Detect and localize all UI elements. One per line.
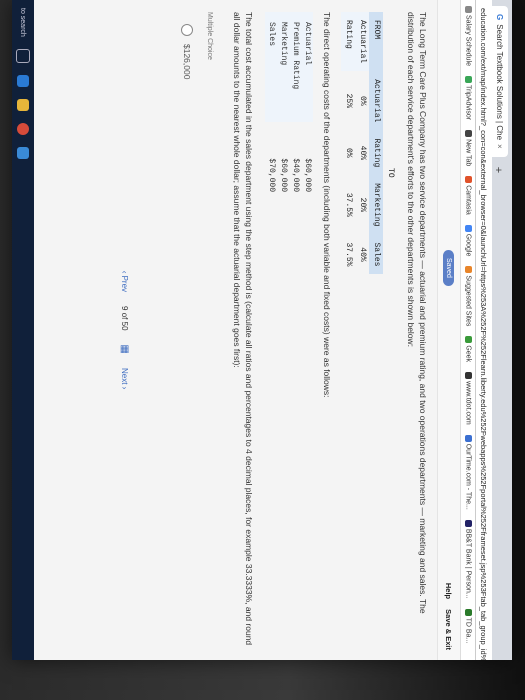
tab-favicon-icon: G <box>495 14 505 21</box>
costs-table: Actuarial $60,000 Premium Rating $40,000… <box>265 12 313 202</box>
bookmark-item[interactable]: www.tdot.com <box>464 372 472 425</box>
bookmarks-bar: Salary Schedule TripAdvisor New Tab Camt… <box>460 0 475 660</box>
bookmark-item[interactable]: Suggested Sites <box>464 266 472 326</box>
question-intro: The Long Term Care Plus Company has two … <box>406 12 428 614</box>
task-view-icon[interactable] <box>16 48 30 63</box>
question-content: The Long Term Care Plus Company has two … <box>181 0 437 660</box>
save-exit-button[interactable]: Save & Exit <box>445 609 454 650</box>
cost-value: $70,000 <box>267 158 276 192</box>
store-icon[interactable] <box>17 146 29 159</box>
windows-taskbar: to search <box>12 0 34 660</box>
from-header: FROM <box>372 20 381 40</box>
cost-name: Actuarial <box>301 12 313 122</box>
answer-choice-label: $126,000 <box>182 44 192 80</box>
laptop-screen: G Search Textbook Solutions | Che × + ed… <box>12 0 512 660</box>
bookmark-item[interactable]: Google <box>464 224 472 256</box>
row-label: Actuarial <box>355 12 369 72</box>
table-cell: 40% <box>358 247 367 262</box>
address-bar[interactable]: education.com/ext/map/index.html?_con=co… <box>475 0 492 660</box>
bookmark-icon <box>464 336 472 344</box>
browser-tab-active[interactable]: G Search Textbook Solutions | Che × <box>492 6 508 157</box>
table-row: Sales $70,000 <box>265 12 277 202</box>
cost-name: Sales <box>265 12 277 122</box>
table-cell: 25% <box>344 93 353 109</box>
grid-view-icon[interactable]: ▦ <box>119 345 130 354</box>
bookmark-item[interactable]: Camtasia <box>464 176 472 215</box>
bookmark-icon <box>464 130 472 138</box>
table-cell: 20% <box>358 197 367 213</box>
table-cell: 0% <box>358 96 367 106</box>
answer-choice[interactable]: $126,000 <box>181 24 193 648</box>
table-row: Actuarial $60,000 <box>301 12 313 202</box>
column-header: Rating <box>372 138 381 168</box>
browser-tab-bar: G Search Textbook Solutions | Che × + <box>492 0 512 660</box>
table-corner <box>383 12 397 71</box>
table-row: Rating 25% 0% 37.5% 37.5% <box>341 12 355 274</box>
page-indicator: 9 of 50 <box>120 306 129 331</box>
bookmark-icon <box>464 176 472 184</box>
bookmark-icon <box>464 608 472 616</box>
next-button[interactable]: Next › <box>120 368 129 389</box>
header-actions: Help Save & Exit <box>445 583 454 650</box>
question-pager: ‹ Prev 9 of 50 ▦ Next › <box>119 0 130 660</box>
edge-icon[interactable] <box>17 74 29 87</box>
table-cell: 40% <box>358 145 367 161</box>
bookmark-item[interactable]: New Tab <box>464 130 472 166</box>
tab-title: Search Textbook Solutions | Che <box>495 24 505 141</box>
new-tab-button[interactable]: + <box>492 161 504 179</box>
bookmark-item[interactable]: OurTime.com - The... <box>464 434 472 510</box>
column-header: Sales <box>372 242 381 267</box>
bookmark-icon <box>464 434 472 442</box>
row-label: Rating <box>341 12 355 72</box>
cost-value: $60,000 <box>303 158 312 192</box>
table-cell: 37.5% <box>344 242 353 267</box>
costs-intro: The direct operating costs of the depart… <box>322 12 332 398</box>
answer-radio[interactable] <box>181 24 193 36</box>
cost-name: Marketing <box>277 12 289 122</box>
bookmark-icon <box>464 6 472 13</box>
bookmark-icon <box>464 224 472 232</box>
assignment-header: Saved Help Save & Exit <box>437 0 460 660</box>
bookmark-item[interactable]: Salary Schedule <box>464 6 472 66</box>
file-explorer-icon[interactable] <box>17 98 29 111</box>
chrome-icon[interactable] <box>17 122 29 135</box>
bookmark-icon <box>464 266 472 274</box>
cost-name: Premium Rating <box>289 12 301 122</box>
question-prompt: The total cost accumulated in the sales … <box>232 12 254 646</box>
question-type-label: Multiple Choice <box>206 12 213 60</box>
table-row: Premium Rating $40,000 <box>289 12 301 202</box>
table-row: Actuarial 0% 40% 20% 40% <box>355 12 369 274</box>
help-button[interactable]: Help <box>445 583 454 599</box>
to-header: TO <box>386 168 395 178</box>
bookmark-item[interactable]: TD Ba... <box>464 608 472 643</box>
taskbar-search[interactable]: to search <box>20 8 27 37</box>
bookmark-item[interactable]: TripAdvisor <box>464 75 472 120</box>
bookmark-icon <box>464 519 472 527</box>
laptop-bezel: hp G Search Textbook Solutions | Che × +… <box>0 0 525 700</box>
prev-button[interactable]: ‹ Prev <box>120 271 129 292</box>
cost-value: $60,000 <box>279 158 288 192</box>
close-tab-icon[interactable]: × <box>496 144 505 149</box>
allocation-table: TO FROM Actuarial Rating Marketing Sales… <box>341 12 397 275</box>
bookmark-item[interactable]: BB&T Bank | Person... <box>464 519 472 599</box>
cost-value: $40,000 <box>291 158 300 192</box>
column-header: Actuarial <box>372 79 381 123</box>
column-header: Marketing <box>372 183 381 227</box>
table-cell: 0% <box>344 148 353 158</box>
bookmark-item[interactable]: Geek <box>464 336 472 362</box>
table-row: Marketing $60,000 <box>277 12 289 202</box>
saved-status-badge: Saved <box>443 250 455 286</box>
url-text: education.com/ext/map/index.html?_con=co… <box>479 8 489 660</box>
bookmark-icon <box>464 372 472 380</box>
table-cell: 37.5% <box>344 192 353 217</box>
bookmark-icon <box>464 75 472 83</box>
